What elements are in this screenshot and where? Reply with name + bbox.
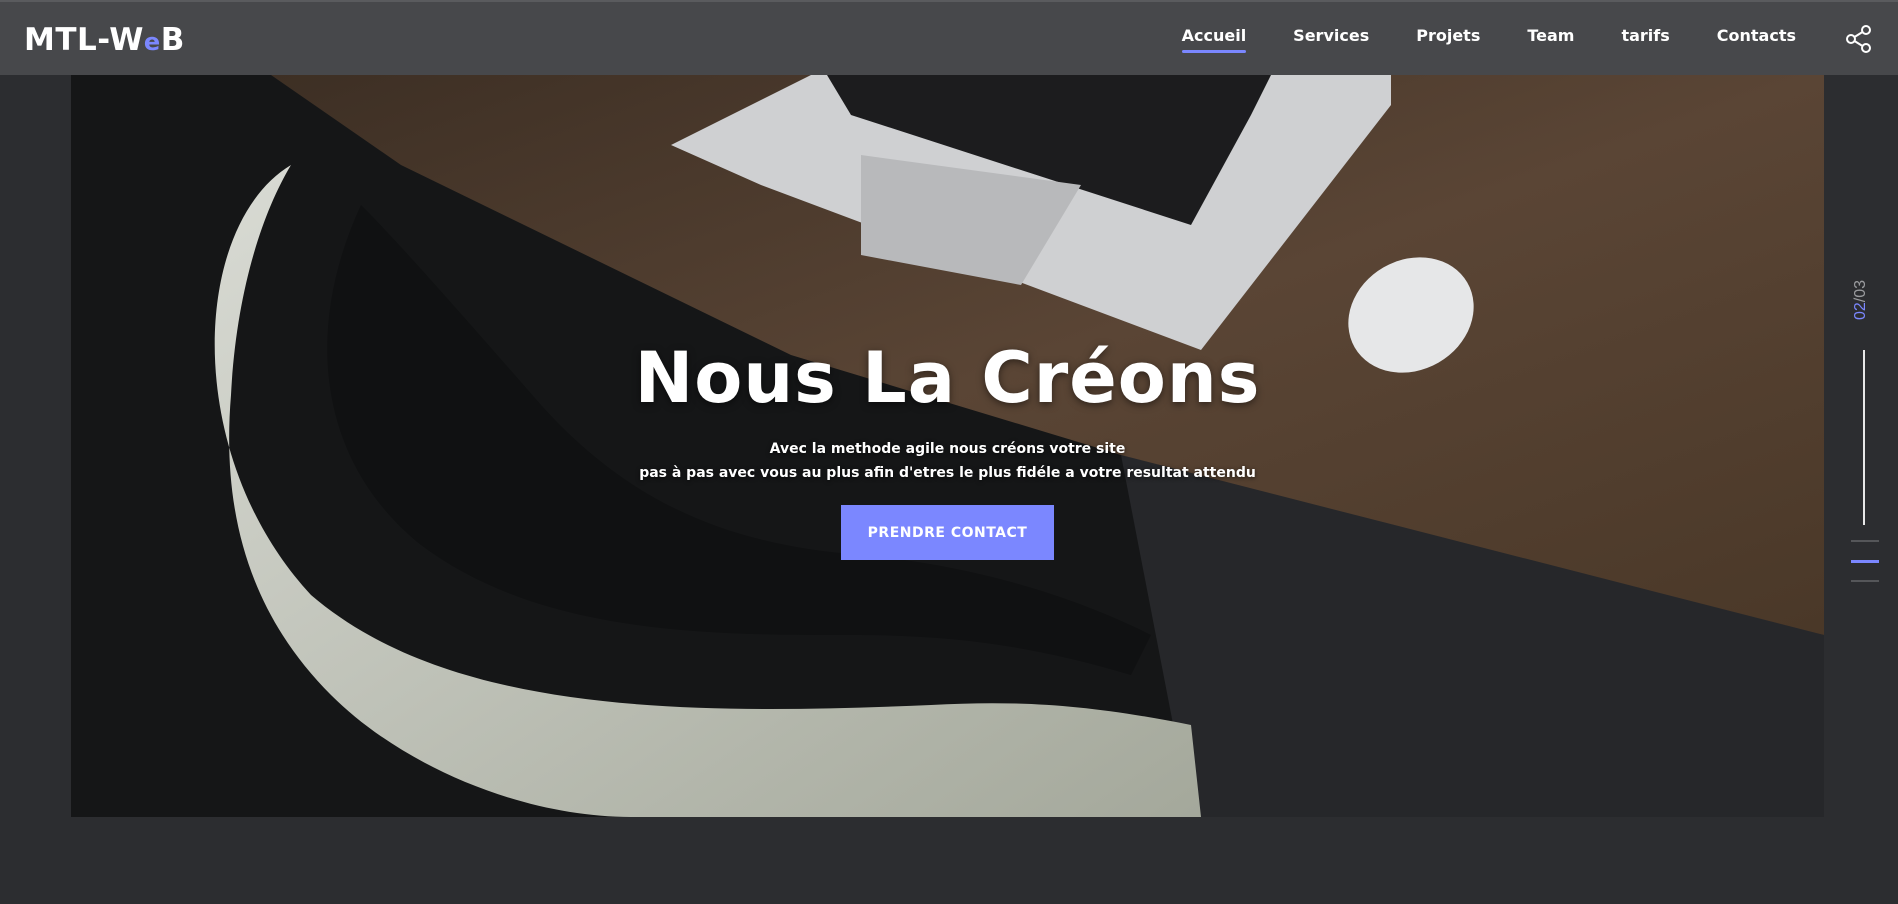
slide-dot-2[interactable] [1851,560,1879,563]
slide-counter: 02/03 [1852,280,1870,320]
logo-text-right: B [160,22,185,58]
hero-title: Nous La Créons [634,337,1261,419]
hero-subtitle-line2: pas à pas avec vous au plus afin d'etres… [639,465,1256,481]
site-logo[interactable]: MTL-WeB [24,22,185,58]
slider-pager: 02/03 [1850,280,1882,600]
top-navbar: MTL-WeB Accueil Services Projets Team ta… [0,0,1898,75]
hero-content: Nous La Créons Avec la methode agile nou… [71,75,1824,817]
hero-section: Nous La Créons Avec la methode agile nou… [71,75,1824,817]
slide-progress-line [1863,350,1865,525]
nav-item-projets[interactable]: Projets [1416,26,1480,53]
contact-cta-button[interactable]: PRENDRE CONTACT [841,505,1054,560]
nav-item-services[interactable]: Services [1293,26,1369,53]
share-icon[interactable] [1844,24,1874,54]
main-nav: Accueil Services Projets Team tarifs Con… [1181,26,1796,53]
hero-subtitle: Avec la methode agile nous créons votre … [639,437,1256,485]
slide-dot-3[interactable] [1851,580,1879,582]
slide-total: 03 [1852,280,1869,298]
nav-item-tarifs[interactable]: tarifs [1621,26,1669,53]
logo-text-left: MTL-W [24,22,144,58]
slide-dot-1[interactable] [1851,540,1879,542]
slide-current: 02 [1852,302,1869,321]
hero-subtitle-line1: Avec la methode agile nous créons votre … [769,441,1126,457]
slide-separator: / [1852,297,1869,303]
nav-item-contacts[interactable]: Contacts [1717,26,1796,53]
logo-text-accent: e [143,28,161,56]
nav-item-team[interactable]: Team [1527,26,1574,53]
nav-item-accueil[interactable]: Accueil [1181,26,1246,53]
